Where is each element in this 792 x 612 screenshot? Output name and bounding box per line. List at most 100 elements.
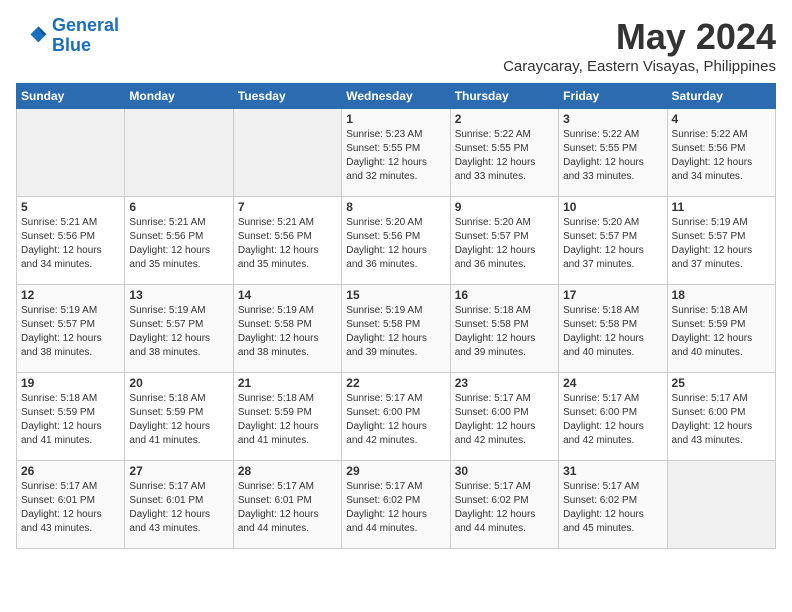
day-number: 4 bbox=[672, 112, 771, 126]
weekday-header: Sunday bbox=[17, 84, 125, 109]
logo: General Blue bbox=[16, 16, 119, 56]
day-number: 20 bbox=[129, 376, 228, 390]
day-content: Sunrise: 5:21 AM Sunset: 5:56 PM Dayligh… bbox=[238, 216, 337, 272]
day-number: 12 bbox=[21, 288, 120, 302]
calendar-cell: 6 Sunrise: 5:21 AM Sunset: 5:56 PM Daylig… bbox=[125, 197, 233, 285]
day-content: Sunrise: 5:17 AM Sunset: 6:01 PM Dayligh… bbox=[129, 480, 228, 536]
calendar-cell: 21 Sunrise: 5:18 AM Sunset: 5:59 PM Dayli… bbox=[233, 373, 341, 461]
weekday-header: Monday bbox=[125, 84, 233, 109]
day-content: Sunrise: 5:17 AM Sunset: 6:02 PM Dayligh… bbox=[563, 480, 662, 536]
location: Caraycaray, Eastern Visayas, Philippines bbox=[503, 58, 776, 75]
day-content: Sunrise: 5:20 AM Sunset: 5:56 PM Dayligh… bbox=[346, 216, 445, 272]
day-content: Sunrise: 5:22 AM Sunset: 5:55 PM Dayligh… bbox=[563, 128, 662, 184]
calendar-cell: 1 Sunrise: 5:23 AM Sunset: 5:55 PM Daylig… bbox=[342, 109, 450, 197]
day-number: 11 bbox=[672, 200, 771, 214]
weekday-header: Saturday bbox=[667, 84, 775, 109]
day-content: Sunrise: 5:17 AM Sunset: 6:00 PM Dayligh… bbox=[455, 392, 554, 448]
day-content: Sunrise: 5:19 AM Sunset: 5:57 PM Dayligh… bbox=[672, 216, 771, 272]
weekday-header: Tuesday bbox=[233, 84, 341, 109]
day-content: Sunrise: 5:19 AM Sunset: 5:58 PM Dayligh… bbox=[346, 304, 445, 360]
calendar-cell: 18 Sunrise: 5:18 AM Sunset: 5:59 PM Dayli… bbox=[667, 285, 775, 373]
calendar-cell: 2 Sunrise: 5:22 AM Sunset: 5:55 PM Daylig… bbox=[450, 109, 558, 197]
calendar-cell: 19 Sunrise: 5:18 AM Sunset: 5:59 PM Dayli… bbox=[17, 373, 125, 461]
calendar-cell bbox=[17, 109, 125, 197]
day-number: 30 bbox=[455, 464, 554, 478]
calendar-cell: 17 Sunrise: 5:18 AM Sunset: 5:58 PM Dayli… bbox=[559, 285, 667, 373]
calendar-cell bbox=[667, 461, 775, 549]
day-content: Sunrise: 5:23 AM Sunset: 5:55 PM Dayligh… bbox=[346, 128, 445, 184]
day-number: 2 bbox=[455, 112, 554, 126]
calendar-cell: 20 Sunrise: 5:18 AM Sunset: 5:59 PM Dayli… bbox=[125, 373, 233, 461]
day-number: 23 bbox=[455, 376, 554, 390]
day-content: Sunrise: 5:22 AM Sunset: 5:56 PM Dayligh… bbox=[672, 128, 771, 184]
calendar-cell: 23 Sunrise: 5:17 AM Sunset: 6:00 PM Dayli… bbox=[450, 373, 558, 461]
day-content: Sunrise: 5:18 AM Sunset: 5:58 PM Dayligh… bbox=[455, 304, 554, 360]
month-title: May 2024 bbox=[503, 16, 776, 58]
day-number: 31 bbox=[563, 464, 662, 478]
day-number: 19 bbox=[21, 376, 120, 390]
day-number: 9 bbox=[455, 200, 554, 214]
day-number: 21 bbox=[238, 376, 337, 390]
weekday-header: Wednesday bbox=[342, 84, 450, 109]
day-number: 13 bbox=[129, 288, 228, 302]
calendar-cell: 11 Sunrise: 5:19 AM Sunset: 5:57 PM Dayli… bbox=[667, 197, 775, 285]
calendar-cell: 30 Sunrise: 5:17 AM Sunset: 6:02 PM Dayli… bbox=[450, 461, 558, 549]
day-number: 25 bbox=[672, 376, 771, 390]
day-content: Sunrise: 5:18 AM Sunset: 5:59 PM Dayligh… bbox=[129, 392, 228, 448]
day-number: 24 bbox=[563, 376, 662, 390]
day-content: Sunrise: 5:20 AM Sunset: 5:57 PM Dayligh… bbox=[563, 216, 662, 272]
day-content: Sunrise: 5:17 AM Sunset: 6:02 PM Dayligh… bbox=[455, 480, 554, 536]
calendar-cell: 12Sunrise: 5:19 AM Sunset: 5:57 PM Dayli… bbox=[17, 285, 125, 373]
calendar-cell: 24 Sunrise: 5:17 AM Sunset: 6:00 PM Dayli… bbox=[559, 373, 667, 461]
weekday-header: Thursday bbox=[450, 84, 558, 109]
day-content: Sunrise: 5:18 AM Sunset: 5:59 PM Dayligh… bbox=[21, 392, 120, 448]
calendar-cell: 28 Sunrise: 5:17 AM Sunset: 6:01 PM Dayli… bbox=[233, 461, 341, 549]
day-content: Sunrise: 5:17 AM Sunset: 6:00 PM Dayligh… bbox=[346, 392, 445, 448]
day-content: Sunrise: 5:22 AM Sunset: 5:55 PM Dayligh… bbox=[455, 128, 554, 184]
day-content: Sunrise: 5:21 AM Sunset: 5:56 PM Dayligh… bbox=[129, 216, 228, 272]
day-number: 28 bbox=[238, 464, 337, 478]
day-number: 10 bbox=[563, 200, 662, 214]
calendar-cell: 4 Sunrise: 5:22 AM Sunset: 5:56 PM Daylig… bbox=[667, 109, 775, 197]
calendar-cell bbox=[233, 109, 341, 197]
day-content: Sunrise: 5:18 AM Sunset: 5:58 PM Dayligh… bbox=[563, 304, 662, 360]
calendar-cell bbox=[125, 109, 233, 197]
day-number: 29 bbox=[346, 464, 445, 478]
day-number: 3 bbox=[563, 112, 662, 126]
day-number: 7 bbox=[238, 200, 337, 214]
weekday-header: Friday bbox=[559, 84, 667, 109]
day-content: Sunrise: 5:18 AM Sunset: 5:59 PM Dayligh… bbox=[238, 392, 337, 448]
day-content: Sunrise: 5:17 AM Sunset: 6:01 PM Dayligh… bbox=[21, 480, 120, 536]
day-number: 16 bbox=[455, 288, 554, 302]
day-content: Sunrise: 5:17 AM Sunset: 6:01 PM Dayligh… bbox=[238, 480, 337, 536]
calendar-cell: 27Sunrise: 5:17 AM Sunset: 6:01 PM Dayli… bbox=[125, 461, 233, 549]
page-header: General Blue May 2024 Caraycaray, Easter… bbox=[16, 16, 776, 75]
day-number: 8 bbox=[346, 200, 445, 214]
calendar-cell: 16 Sunrise: 5:18 AM Sunset: 5:58 PM Dayli… bbox=[450, 285, 558, 373]
day-number: 18 bbox=[672, 288, 771, 302]
calendar-cell: 22 Sunrise: 5:17 AM Sunset: 6:00 PM Dayli… bbox=[342, 373, 450, 461]
day-content: Sunrise: 5:18 AM Sunset: 5:59 PM Dayligh… bbox=[672, 304, 771, 360]
day-content: Sunrise: 5:17 AM Sunset: 6:00 PM Dayligh… bbox=[672, 392, 771, 448]
calendar-cell: 7 Sunrise: 5:21 AM Sunset: 5:56 PM Daylig… bbox=[233, 197, 341, 285]
calendar-table: SundayMondayTuesdayWednesdayThursdayFrid… bbox=[16, 83, 776, 549]
calendar-cell: 26Sunrise: 5:17 AM Sunset: 6:01 PM Dayli… bbox=[17, 461, 125, 549]
logo-text: General Blue bbox=[52, 16, 119, 56]
day-content: Sunrise: 5:19 AM Sunset: 5:57 PM Dayligh… bbox=[129, 304, 228, 360]
day-number: 6 bbox=[129, 200, 228, 214]
calendar-cell: 9 Sunrise: 5:20 AM Sunset: 5:57 PM Daylig… bbox=[450, 197, 558, 285]
day-number: 15 bbox=[346, 288, 445, 302]
day-number: 1 bbox=[346, 112, 445, 126]
day-number: 5 bbox=[21, 200, 120, 214]
day-number: 14 bbox=[238, 288, 337, 302]
day-content: Sunrise: 5:20 AM Sunset: 5:57 PM Dayligh… bbox=[455, 216, 554, 272]
calendar-cell: 3 Sunrise: 5:22 AM Sunset: 5:55 PM Daylig… bbox=[559, 109, 667, 197]
calendar-cell: 13 Sunrise: 5:19 AM Sunset: 5:57 PM Dayli… bbox=[125, 285, 233, 373]
calendar-cell: 5Sunrise: 5:21 AM Sunset: 5:56 PM Daylig… bbox=[17, 197, 125, 285]
day-content: Sunrise: 5:17 AM Sunset: 6:00 PM Dayligh… bbox=[563, 392, 662, 448]
calendar-cell: 10 Sunrise: 5:20 AM Sunset: 5:57 PM Dayli… bbox=[559, 197, 667, 285]
day-number: 22 bbox=[346, 376, 445, 390]
calendar-cell: 14Sunrise: 5:19 AM Sunset: 5:58 PM Dayli… bbox=[233, 285, 341, 373]
day-number: 17 bbox=[563, 288, 662, 302]
logo-icon bbox=[16, 20, 48, 52]
